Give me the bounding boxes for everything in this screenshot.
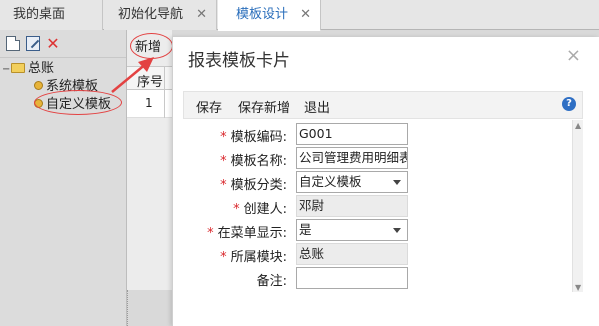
creator-field: 邓尉 bbox=[296, 195, 408, 217]
close-icon[interactable]: ✕ bbox=[196, 0, 207, 30]
close-icon[interactable]: ✕ bbox=[300, 0, 311, 30]
template-category-select[interactable]: 自定义模板 bbox=[296, 171, 408, 193]
required-mark: * bbox=[220, 130, 227, 145]
field-label-creator: * 创建人: bbox=[233, 202, 287, 217]
delete-icon[interactable]: ✕ bbox=[46, 36, 60, 52]
template-form: * 模板编码: G001 * 模板名称: 公司管理费用明细表 * 模板分类: 自定义模… bbox=[183, 119, 583, 326]
template-code-input[interactable]: G001 bbox=[296, 123, 408, 145]
field-label-remark: 备注: bbox=[256, 274, 287, 289]
table-row[interactable]: 1 bbox=[127, 90, 172, 118]
highlight-annotation bbox=[34, 90, 122, 115]
tab-init-navigation[interactable]: 初始化导航 ✕ bbox=[104, 0, 217, 30]
required-mark: * bbox=[220, 178, 227, 193]
tab-bar: 我的桌面 初始化导航 ✕ 模板设计 ✕ bbox=[0, 0, 599, 31]
tree-toolbar: ✕ bbox=[0, 30, 126, 58]
tab-template-design[interactable]: 模板设计 ✕ bbox=[218, 0, 321, 31]
collapse-icon[interactable]: − bbox=[2, 61, 11, 79]
grid-divider bbox=[164, 66, 165, 118]
module-field: 总账 bbox=[296, 243, 408, 265]
field-label-template-code: * 模板编码: bbox=[220, 130, 287, 145]
row-seq-number: 1 bbox=[145, 96, 153, 110]
report-template-dialog: 报表模板卡片 × 保存 保存新增 退出 ? * 模板编码: G001 * 模板名称:… bbox=[172, 37, 599, 326]
leaf-icon bbox=[34, 81, 43, 90]
tab-label: 我的桌面 bbox=[13, 7, 66, 22]
grid-bottom bbox=[127, 290, 172, 326]
highlight-annotation bbox=[130, 33, 173, 59]
field-label-template-name: * 模板名称: bbox=[220, 154, 287, 169]
close-icon[interactable]: × bbox=[566, 45, 581, 66]
required-mark: * bbox=[233, 202, 240, 217]
scrollbar[interactable]: ▲ ▼ bbox=[572, 120, 583, 292]
template-name-input[interactable]: 公司管理费用明细表 bbox=[296, 147, 408, 169]
tab-my-desktop[interactable]: 我的桌面 bbox=[0, 0, 103, 30]
field-label-module: * 所属模块: bbox=[220, 250, 287, 265]
field-label-show-in-menu: * 在菜单显示: bbox=[207, 226, 287, 241]
tree-node-general-ledger[interactable]: − 总账 bbox=[2, 60, 54, 78]
template-grid: 新增 序号 1 bbox=[127, 30, 173, 326]
required-mark: * bbox=[220, 250, 227, 265]
selected-value: 是 bbox=[299, 222, 312, 237]
seq-column-header: 序号 bbox=[137, 75, 164, 90]
save-button[interactable]: 保存 bbox=[196, 97, 222, 116]
grid-header: 序号 bbox=[127, 66, 172, 90]
chevron-down-icon bbox=[393, 180, 401, 185]
scroll-up-icon[interactable]: ▲ bbox=[575, 121, 581, 130]
remark-input[interactable] bbox=[296, 267, 408, 289]
folder-icon bbox=[11, 62, 25, 73]
dialog-title: 报表模板卡片 bbox=[188, 51, 290, 71]
required-mark: * bbox=[207, 226, 214, 241]
tree-node-label: 总账 bbox=[28, 61, 55, 76]
selected-value: 自定义模板 bbox=[299, 174, 362, 189]
field-label-template-category: * 模板分类: bbox=[220, 178, 287, 193]
edit-icon[interactable] bbox=[26, 36, 40, 51]
required-mark: * bbox=[220, 154, 227, 169]
show-in-menu-select[interactable]: 是 bbox=[296, 219, 408, 241]
tab-label: 模板设计 bbox=[236, 7, 289, 22]
help-icon[interactable]: ? bbox=[562, 97, 576, 111]
exit-button[interactable]: 退出 bbox=[304, 97, 330, 116]
new-document-icon[interactable] bbox=[6, 36, 20, 51]
template-tree-panel: ✕ − 总账 系统模板 自定义模板 bbox=[0, 30, 127, 326]
chevron-down-icon bbox=[393, 228, 401, 233]
save-new-button[interactable]: 保存新增 bbox=[238, 97, 290, 116]
tab-label: 初始化导航 bbox=[118, 7, 184, 22]
scroll-down-icon[interactable]: ▼ bbox=[575, 283, 581, 292]
dialog-toolbar: 保存 保存新增 退出 ? bbox=[183, 91, 583, 119]
